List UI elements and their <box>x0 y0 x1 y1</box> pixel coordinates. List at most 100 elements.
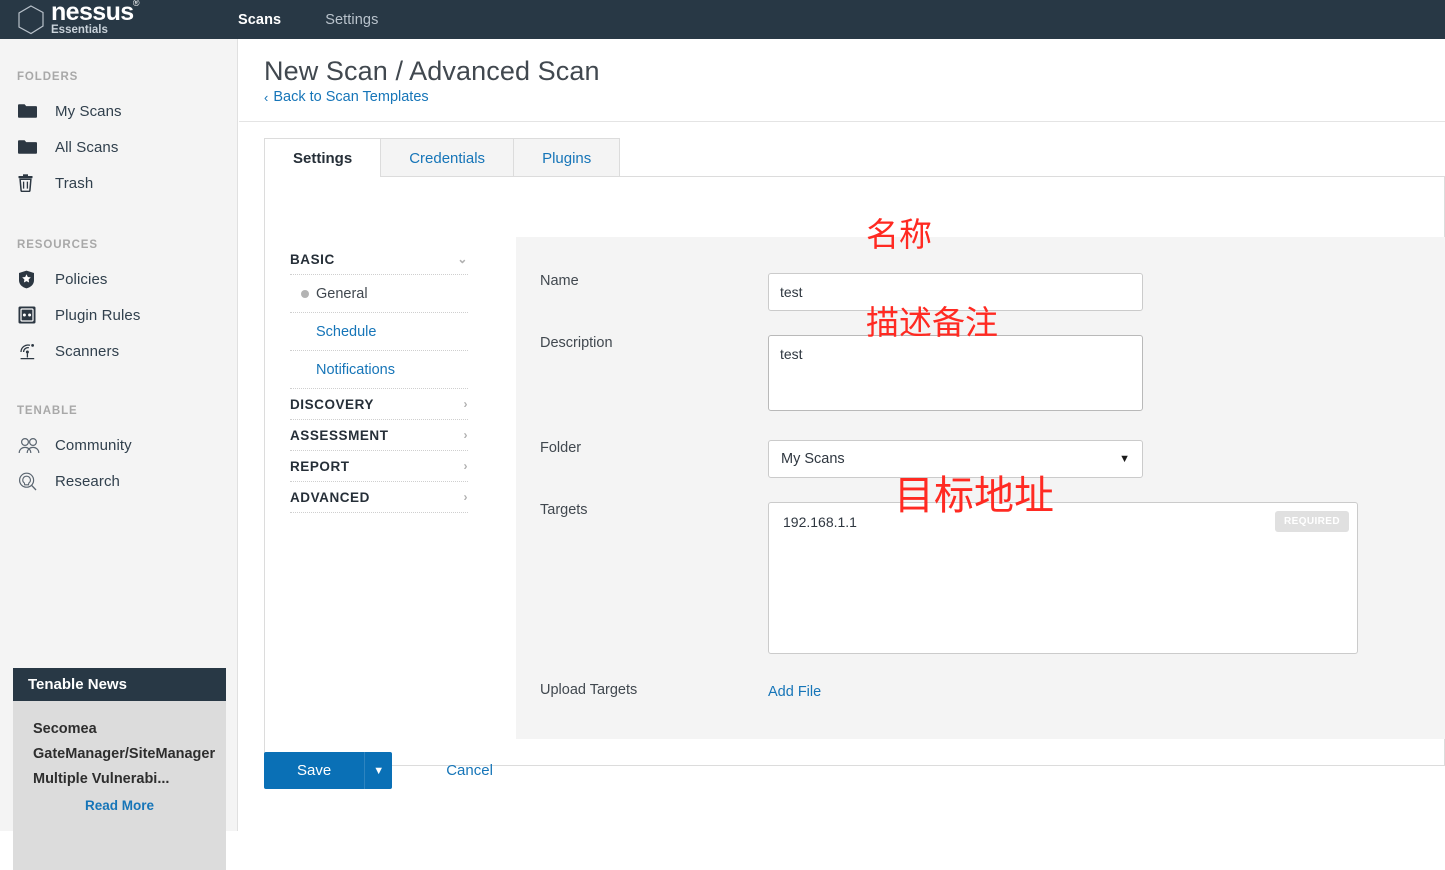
scanner-radar-icon <box>18 341 42 361</box>
name-label: Name <box>540 273 579 289</box>
setnav-item-label: Notifications <box>316 361 395 378</box>
setnav-item-label: General <box>316 285 368 302</box>
top-navigation: Scans Settings <box>238 12 422 28</box>
form-row-upload-targets: Upload Targets Add File <box>516 682 821 701</box>
chevron-left-icon: ‹ <box>264 89 269 105</box>
sidebar-item-label: Scanners <box>55 342 120 360</box>
top-bar: nessus ® Essentials Scans Settings <box>0 0 1445 39</box>
setnav-group-label: REPORT <box>290 458 350 474</box>
sidebar-item-scanners[interactable]: Scanners <box>0 333 237 369</box>
sidebar-item-all-scans[interactable]: All Scans <box>0 129 237 165</box>
cancel-button[interactable]: Cancel <box>440 761 499 780</box>
back-link-label: Back to Scan Templates <box>273 89 429 105</box>
brand-logo[interactable]: nessus ® Essentials <box>0 0 238 39</box>
news-read-more-link[interactable]: Read More <box>13 798 226 813</box>
page-header: New Scan / Advanced Scan ‹ Back to Scan … <box>239 39 1445 122</box>
sidebar-item-research[interactable]: Research <box>0 463 237 499</box>
tenable-news-panel: Tenable News Secomea GateManager/SiteMan… <box>13 668 226 870</box>
setnav-group-report[interactable]: REPORT › <box>290 451 468 482</box>
brand-trademark: ® <box>132 0 140 8</box>
shield-star-icon <box>18 269 42 289</box>
hexagon-outline-icon <box>18 4 44 34</box>
save-dropdown-button[interactable]: ▼ <box>364 752 393 789</box>
form-row-description: Description test <box>516 335 1143 416</box>
form-row-name: Name <box>516 273 1143 311</box>
page-title: New Scan / Advanced Scan <box>264 56 600 86</box>
setnav-group-label: ASSESSMENT <box>290 427 389 443</box>
tab-settings[interactable]: Settings <box>264 138 382 177</box>
sidebar-section-folders: FOLDERS <box>17 71 79 83</box>
setnav-item-schedule[interactable]: Schedule <box>290 313 468 351</box>
description-textarea[interactable]: test <box>768 335 1143 411</box>
sidebar-item-plugin-rules[interactable]: Plugin Rules <box>0 297 237 333</box>
sidebar-section-resources: RESOURCES <box>17 239 98 251</box>
form-actions: Save ▼ Cancel <box>264 752 499 789</box>
sidebar-item-label: My Scans <box>55 102 122 120</box>
chevron-right-icon: › <box>463 459 468 473</box>
chevron-right-icon: › <box>463 490 468 504</box>
settings-card: BASIC ⌄ General Schedule Notifications D… <box>264 176 1445 766</box>
tab-bar: Settings Credentials Plugins <box>264 138 621 177</box>
trash-icon <box>18 173 42 193</box>
form-row-targets: Targets 192.168.1.1 REQUIRED <box>516 502 1358 659</box>
main-content: New Scan / Advanced Scan ‹ Back to Scan … <box>239 39 1445 831</box>
sidebar-section-tenable: TENABLE <box>17 405 78 417</box>
chevron-right-icon: › <box>463 428 468 442</box>
folder-field-wrap: My Scans ▼ <box>768 440 1143 478</box>
setnav-group-advanced[interactable]: ADVANCED › <box>290 482 468 513</box>
sidebar-item-label: Community <box>55 436 132 454</box>
news-panel-title: Tenable News <box>13 668 226 701</box>
magnifier-bulb-icon <box>18 471 42 491</box>
sidebar-item-label: Trash <box>55 174 94 192</box>
setnav-group-basic[interactable]: BASIC ⌄ <box>290 244 468 275</box>
chevron-down-icon: ▼ <box>1119 453 1130 465</box>
tab-credentials[interactable]: Credentials <box>380 138 515 177</box>
sidebar-item-my-scans[interactable]: My Scans <box>0 93 237 129</box>
folder-icon <box>18 101 42 121</box>
sidebar-item-label: Plugin Rules <box>55 306 141 324</box>
setnav-group-label: BASIC <box>290 251 335 267</box>
name-input[interactable] <box>768 273 1143 311</box>
chevron-down-icon: ⌄ <box>457 252 468 266</box>
upload-targets-field-wrap: Add File <box>768 682 821 701</box>
sidebar: FOLDERS My Scans All Scans Trash RESOURC… <box>0 39 238 870</box>
add-file-link[interactable]: Add File <box>768 684 821 700</box>
description-field-wrap: test <box>768 335 1143 416</box>
upload-targets-label: Upload Targets <box>540 682 638 698</box>
topnav-item-settings[interactable]: Settings <box>325 12 378 28</box>
setnav-item-label: Schedule <box>316 323 377 340</box>
sidebar-item-label: All Scans <box>55 138 119 156</box>
setnav-group-discovery[interactable]: DISCOVERY › <box>290 389 468 420</box>
back-to-scan-templates-link[interactable]: ‹ Back to Scan Templates <box>264 89 429 105</box>
chevron-right-icon: › <box>463 397 468 411</box>
setnav-group-label: DISCOVERY <box>290 396 374 412</box>
settings-nav: BASIC ⌄ General Schedule Notifications D… <box>290 244 468 513</box>
plugin-square-icon <box>18 305 42 325</box>
folder-select-value: My Scans <box>781 451 845 467</box>
targets-field-wrap: 192.168.1.1 REQUIRED <box>768 502 1358 659</box>
setnav-group-label: ADVANCED <box>290 489 370 505</box>
form-row-folder: Folder My Scans ▼ <box>516 440 1143 478</box>
general-settings-form: Name Description test Folder My Scans ▼ <box>516 237 1445 739</box>
name-field-wrap <box>768 273 1143 311</box>
setnav-item-notifications[interactable]: Notifications <box>290 351 468 389</box>
topnav-item-scans[interactable]: Scans <box>238 12 281 28</box>
targets-textarea[interactable]: 192.168.1.1 <box>768 502 1358 654</box>
sidebar-item-label: Research <box>55 472 120 490</box>
people-icon <box>18 435 42 455</box>
description-label: Description <box>540 335 613 351</box>
tab-plugins[interactable]: Plugins <box>513 138 621 177</box>
folder-select[interactable]: My Scans ▼ <box>768 440 1143 478</box>
setnav-item-general[interactable]: General <box>290 275 468 313</box>
sidebar-item-trash[interactable]: Trash <box>0 165 237 201</box>
save-button[interactable]: Save <box>264 752 365 789</box>
brand-name: nessus <box>51 0 134 26</box>
sidebar-item-label: Policies <box>55 270 108 288</box>
sidebar-item-community[interactable]: Community <box>0 427 237 463</box>
setnav-group-assessment[interactable]: ASSESSMENT › <box>290 420 468 451</box>
brand-wordmark: nessus ® Essentials <box>51 0 140 37</box>
news-headline[interactable]: Secomea GateManager/SiteManager Multiple… <box>13 701 226 792</box>
targets-label: Targets <box>540 502 588 518</box>
sidebar-item-policies[interactable]: Policies <box>0 261 237 297</box>
folder-icon <box>18 137 42 157</box>
